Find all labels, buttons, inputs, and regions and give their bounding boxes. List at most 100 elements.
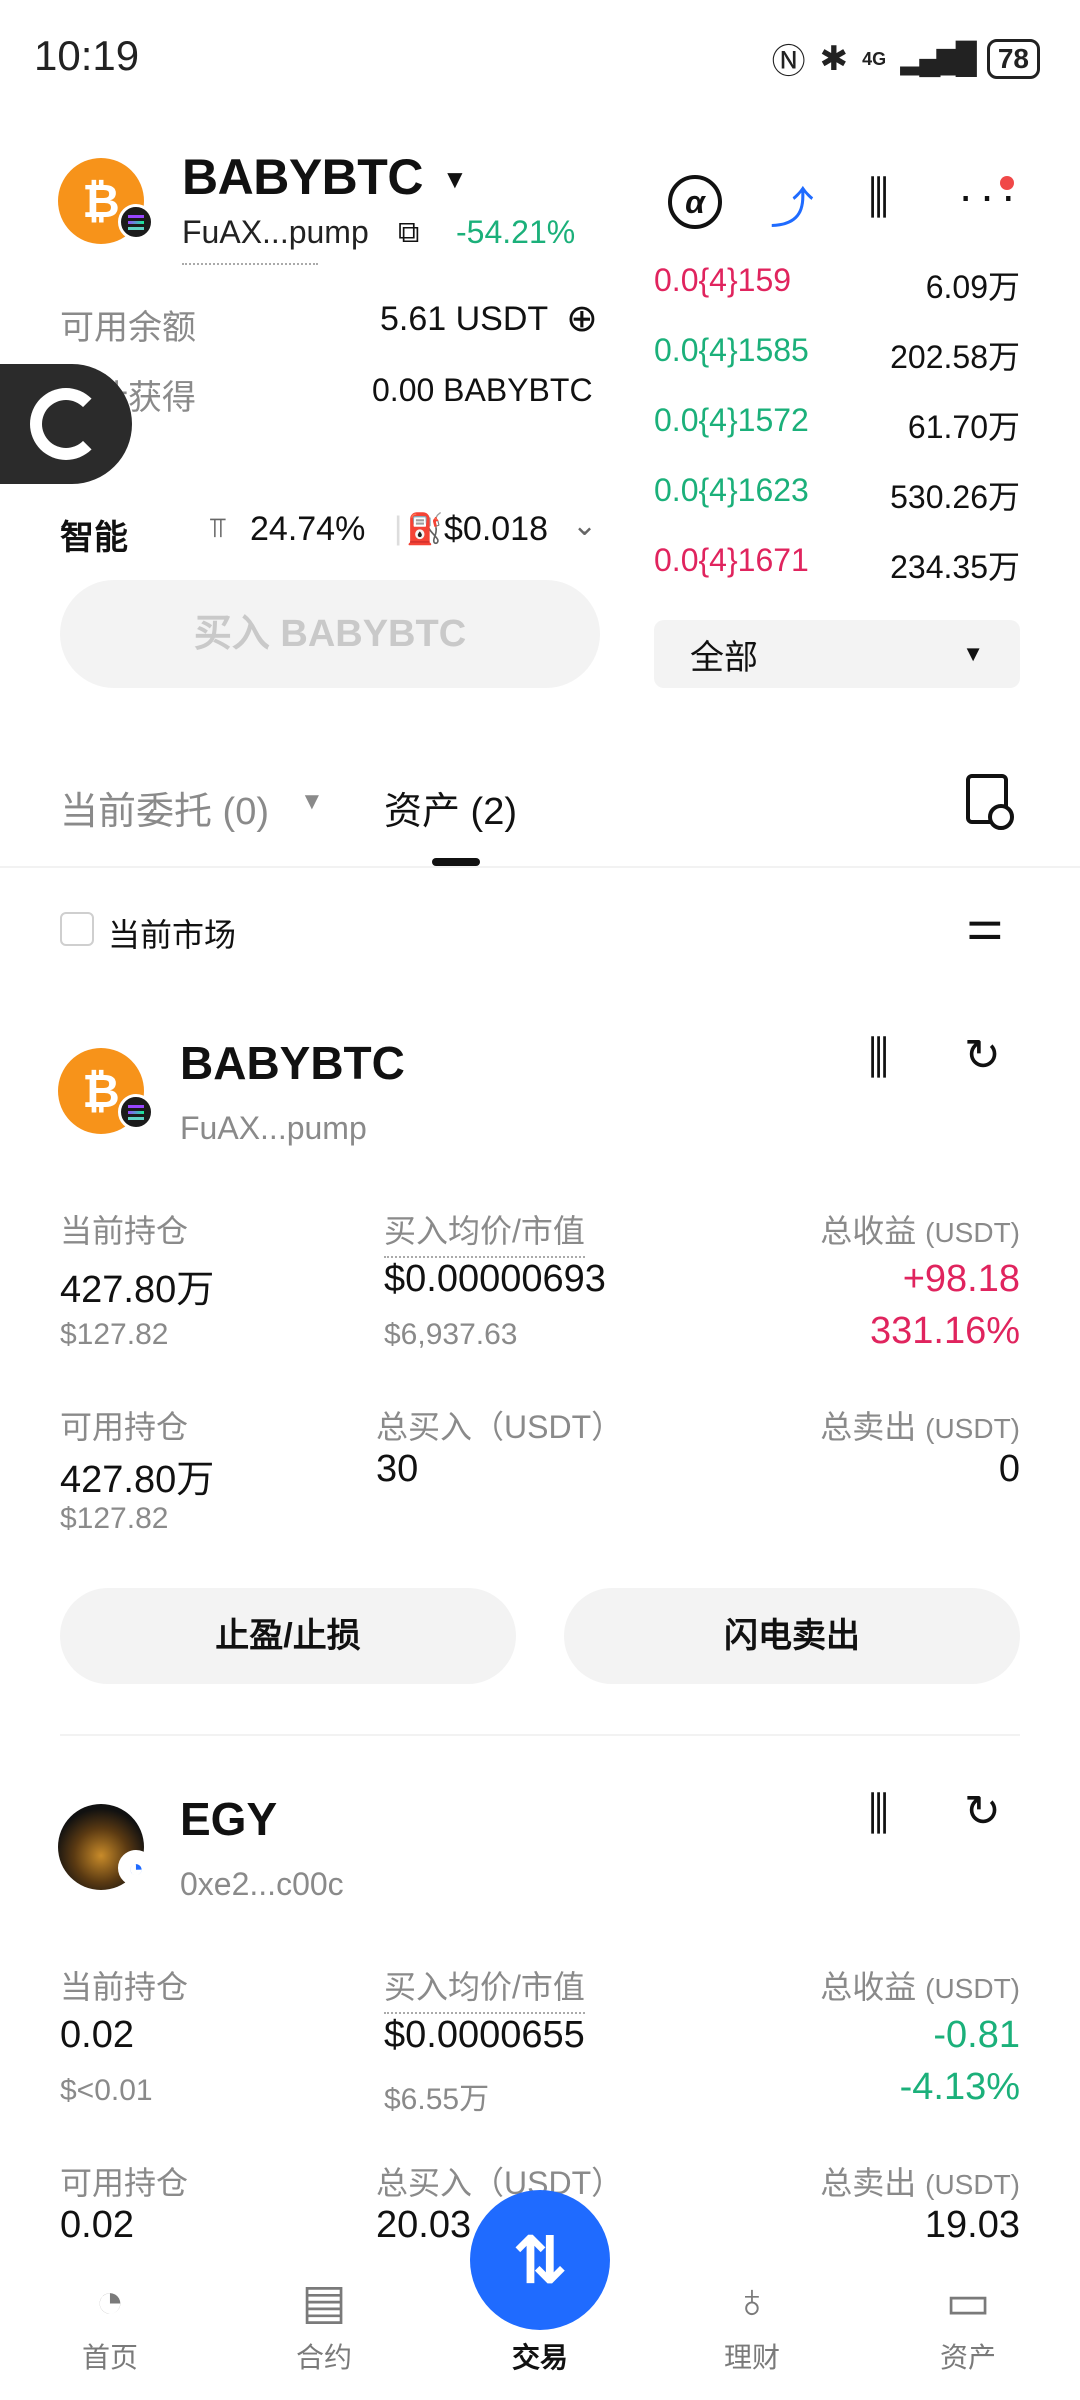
- token-address[interactable]: FuAX...pump: [182, 214, 369, 265]
- futures-icon: ▤: [301, 2276, 347, 2329]
- chain-icon: ◔: [118, 1850, 154, 1886]
- slippage-value[interactable]: 24.74%: [250, 510, 365, 549]
- current-market-checkbox[interactable]: [60, 912, 94, 946]
- trend-chart-icon[interactable]: ⤴: [770, 172, 814, 236]
- total-pnl-value: -0.81: [933, 2014, 1020, 2056]
- holding-name[interactable]: BABYBTC: [180, 1036, 405, 1090]
- nav-assets[interactable]: ▭ 资产: [898, 2274, 1038, 2376]
- available-position-usd: $127.82: [60, 1502, 169, 1535]
- chevron-down-icon[interactable]: ⌄: [572, 508, 597, 543]
- total-pnl-text: 总收益: [820, 1213, 917, 1249]
- total-pnl-unit: (USDT): [925, 1973, 1020, 2004]
- orderbook-qty: 530.26万: [890, 479, 1020, 515]
- tab-assets[interactable]: 资产 (2): [384, 780, 517, 835]
- status-time: 10:19: [34, 32, 140, 79]
- buy-button[interactable]: 买入 BABYBTC: [60, 580, 600, 688]
- avg-price-label[interactable]: 买入均价/市值: [384, 1962, 585, 2014]
- gas-icon: ⛽: [406, 513, 444, 546]
- add-funds-icon[interactable]: ⊕: [566, 296, 598, 341]
- 4g-icon: 4G: [862, 48, 887, 69]
- position-label: 当前持仓: [60, 1213, 189, 1249]
- total-sell-value: 0: [998, 1448, 1020, 1490]
- status-icons: Ⓝ ✱ 4G ▂▄▆█ 78: [772, 34, 1040, 83]
- token-change: -54.21%: [456, 214, 576, 250]
- share-icon[interactable]: ↻: [964, 1786, 1001, 1837]
- tab-orders-dropdown-icon[interactable]: ▼: [300, 788, 324, 816]
- total-pnl-label: 总收益 (USDT): [820, 1206, 1020, 1252]
- separator: |: [394, 510, 403, 546]
- orderbook-price: 0.0{4}1572: [654, 402, 809, 438]
- market-cap-value: $6,937.63: [384, 1318, 518, 1351]
- signal-icon: ▂▄▆█: [900, 42, 977, 75]
- total-sell-unit: (USDT): [925, 1413, 1020, 1444]
- estimated-receive-value: 0.00 BABYBTC: [372, 372, 593, 408]
- bluetooth-icon: ✱: [819, 39, 849, 78]
- filter-settings-icon[interactable]: ⚌: [966, 900, 1004, 949]
- token-dropdown-icon[interactable]: ▼: [442, 164, 468, 195]
- orderbook-price: 0.0{4}159: [654, 262, 792, 298]
- wallet-icon: ▭: [945, 2276, 991, 2329]
- orderbook-row[interactable]: 0.0{4}1671 234.35万: [654, 542, 1020, 588]
- orderbook-qty: 6.09万: [925, 269, 1020, 305]
- nav-earn[interactable]: ♁ 理财: [682, 2274, 822, 2376]
- smart-mode-label[interactable]: 智能: [60, 510, 128, 559]
- orderbook-price: 0.0{4}1623: [654, 472, 809, 508]
- holding-name[interactable]: EGY: [180, 1792, 277, 1846]
- solana-chain-icon: [118, 204, 154, 240]
- position-usd: $127.82: [60, 1318, 169, 1351]
- copy-icon[interactable]: ⧉: [398, 216, 419, 250]
- candlestick-icon[interactable]: ⫼: [868, 1786, 889, 1842]
- total-pnl-text: 总收益: [820, 1969, 917, 2005]
- battery-indicator: 78: [986, 38, 1040, 79]
- orderbook-row[interactable]: 0.0{4}159 6.09万: [654, 262, 1020, 308]
- orderbook-qty: 61.70万: [907, 409, 1020, 445]
- position-usd: $<0.01: [60, 2074, 153, 2107]
- orderbook-price: 0.0{4}1671: [654, 542, 809, 578]
- market-cap-value: $6.55万: [384, 2083, 490, 2116]
- earn-icon: ♁: [734, 2275, 770, 2328]
- order-history-icon[interactable]: [966, 774, 1014, 830]
- total-pnl-pct: 331.16%: [869, 1310, 1020, 1352]
- orderbook-filter-value: 全部: [690, 638, 758, 677]
- more-icon[interactable]: ···: [958, 168, 1022, 222]
- available-position-label: 可用持仓: [60, 2165, 189, 2201]
- candlestick-icon[interactable]: ⫼: [868, 1030, 889, 1086]
- position-label: 当前持仓: [60, 1969, 189, 2005]
- available-position-label: 可用持仓: [60, 1409, 189, 1445]
- avg-price-value: $0.0000655: [384, 2014, 585, 2056]
- orderbook-filter-select[interactable]: 全部 ▼: [654, 620, 1020, 688]
- orderbook-row[interactable]: 0.0{4}1572 61.70万: [654, 402, 1020, 448]
- holding-address[interactable]: 0xe2...c00c: [180, 1866, 344, 1903]
- position-value: 0.02: [60, 2014, 134, 2056]
- tp-sl-button[interactable]: 止盈/止损: [60, 1588, 516, 1684]
- card-divider: [60, 1734, 1020, 1736]
- share-icon[interactable]: ↻: [964, 1030, 1001, 1081]
- token-name[interactable]: BABYBTC: [182, 148, 423, 206]
- gas-value[interactable]: $0.018: [444, 510, 548, 549]
- available-balance-label: 可用余额: [60, 309, 196, 347]
- total-pnl-pct: -4.13%: [899, 2066, 1020, 2108]
- nav-futures[interactable]: ▤ 合约: [254, 2274, 394, 2376]
- swap-arrows-icon: ⇅: [512, 2223, 568, 2297]
- total-sell-unit: (USDT): [925, 2169, 1020, 2200]
- candlestick-icon[interactable]: ⫼: [868, 170, 889, 226]
- avg-price-label[interactable]: 买入均价/市值: [384, 1206, 585, 1258]
- nav-futures-label: 合约: [295, 2342, 352, 2373]
- nav-earn-label: 理财: [723, 2342, 780, 2373]
- home-icon: ◔: [95, 2275, 125, 2328]
- nav-home[interactable]: ◔ 首页: [40, 2274, 180, 2376]
- tabs-divider: [0, 866, 1080, 868]
- nav-trade-label: 交易: [511, 2342, 568, 2373]
- trade-fab-button[interactable]: ⇅: [470, 2190, 610, 2330]
- orderbook-row[interactable]: 0.0{4}1623 530.26万: [654, 472, 1020, 518]
- alpha-icon[interactable]: α: [668, 175, 722, 229]
- total-pnl-value: +98.18: [902, 1258, 1020, 1300]
- holding-address[interactable]: FuAX...pump: [180, 1110, 367, 1147]
- floating-assistant-button[interactable]: [0, 364, 132, 484]
- tab-current-orders[interactable]: 当前委托 (0): [60, 780, 269, 835]
- assistant-logo-icon: [30, 388, 102, 460]
- orderbook-row[interactable]: 0.0{4}1585 202.58万: [654, 332, 1020, 378]
- nfc-icon: Ⓝ: [771, 43, 806, 81]
- flash-sell-button[interactable]: 闪电卖出: [564, 1588, 1020, 1684]
- avg-price-value: $0.00000693: [384, 1258, 606, 1300]
